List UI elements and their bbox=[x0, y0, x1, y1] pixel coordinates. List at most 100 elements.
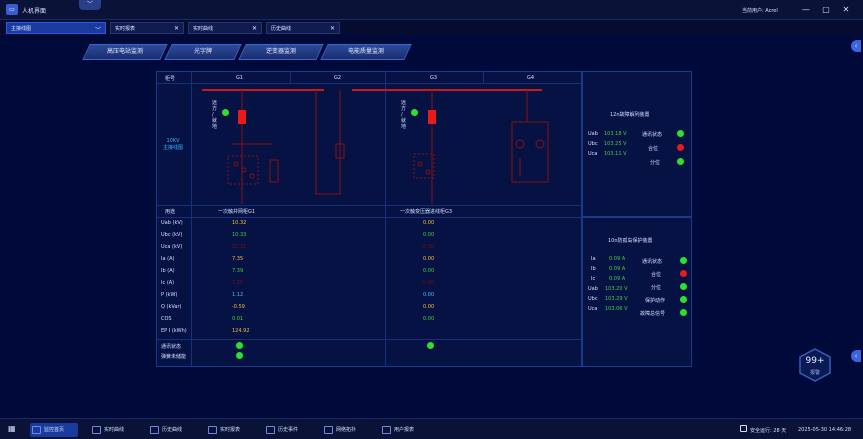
subnav-label: 光字牌 bbox=[193, 48, 212, 55]
close-icon[interactable]: ✕ bbox=[174, 25, 179, 32]
maximize-button[interactable]: ▢ bbox=[820, 4, 832, 16]
row-value-g1: 0.01 bbox=[232, 316, 244, 322]
usage-g3: 一次触变压器进线柜G3 bbox=[400, 209, 453, 215]
row-value-g3: 0.00 bbox=[423, 268, 435, 274]
row-label: EP I (kWh) bbox=[161, 328, 187, 334]
app-logo-icon: ▭ bbox=[6, 4, 18, 15]
remote-local-label-g1: 远 方 / 就 地 bbox=[212, 100, 218, 130]
chevron-down-icon[interactable]: ﹀ bbox=[95, 25, 101, 34]
subnav-inverter[interactable]: 逆变器监测 bbox=[238, 44, 324, 60]
row-label: Q (kVar) bbox=[161, 304, 182, 310]
grid-menu-icon[interactable]: ▦ bbox=[8, 424, 18, 434]
device-10n-protect-indicator bbox=[680, 296, 687, 303]
row-label: COS bbox=[161, 316, 172, 322]
tab-realtime-curve[interactable]: 实时曲线 ✕ bbox=[188, 22, 262, 34]
tab-label: 主接线图 bbox=[11, 26, 32, 32]
close-window-button[interactable]: ✕ bbox=[840, 4, 852, 16]
device-10n-close-label: 合位 bbox=[651, 272, 662, 278]
subnav-label: 电能质量监测 bbox=[347, 48, 384, 55]
taskbar-label: 网络拓扑 bbox=[336, 427, 357, 433]
monitor-icon bbox=[32, 426, 41, 434]
taskbar-home[interactable]: 监控首页 bbox=[30, 423, 78, 437]
side-expand-button-top[interactable]: ‹ bbox=[851, 40, 861, 52]
row-label: Uca (kV) bbox=[161, 244, 183, 250]
tab-main-wiring[interactable]: 主接线图 ﹀ bbox=[6, 22, 106, 34]
row-value-g3: 0.00 bbox=[423, 220, 435, 226]
close-icon[interactable]: ✕ bbox=[330, 25, 335, 32]
device-10n-ib: 0.09 A bbox=[609, 266, 626, 272]
device-12n-ubc: 103.25 V bbox=[604, 141, 627, 147]
single-line-diagram bbox=[202, 89, 549, 204]
device-10n-ic: 0.09 A bbox=[609, 276, 626, 282]
device-10n-uab-label: Uab bbox=[588, 286, 598, 292]
row-value-g3: 0.00 bbox=[423, 244, 435, 250]
cabinet-header-label: 柜号 bbox=[165, 76, 176, 82]
subnav-power-quality[interactable]: 电能质量监测 bbox=[320, 44, 412, 60]
taskbar-label: 监控首页 bbox=[44, 427, 65, 433]
diagram-title: 10KV 主接线图 bbox=[162, 138, 183, 151]
row-value-g1: 7.39 bbox=[232, 268, 244, 274]
remote-local-indicator-g3 bbox=[411, 109, 418, 116]
current-user: 当前用户: Acrel bbox=[742, 8, 778, 14]
subnav-hv-station[interactable]: 高压电站监测 bbox=[82, 44, 168, 60]
cabinet-g4-label: G4 bbox=[527, 75, 535, 81]
device-10n-ubc: 103.29 V bbox=[605, 296, 628, 302]
row-value-g1: 10.32 bbox=[232, 220, 247, 226]
taskbar-label: 历史曲线 bbox=[162, 427, 183, 433]
device-10n-ia: 0.09 A bbox=[609, 256, 626, 262]
comm-status-g1 bbox=[236, 342, 243, 349]
row-label: Ic (A) bbox=[161, 280, 175, 286]
row-value-g1: 1.12 bbox=[232, 292, 244, 298]
ct-g1-icon bbox=[227, 155, 259, 185]
device-12n-uab-label: Uab bbox=[588, 131, 598, 137]
device-10n-comm-label: 通讯状态 bbox=[642, 259, 663, 265]
taskbar-network-topology[interactable]: 网络拓扑 bbox=[322, 423, 372, 437]
alarm-badge[interactable]: 99+ 报警 bbox=[798, 348, 832, 382]
device-10n-fault-label: 故障总信号 bbox=[640, 311, 666, 317]
device-10n-title: 10n防孤岛保护装置 bbox=[608, 238, 653, 244]
device-12n-comm-label: 通讯状态 bbox=[642, 132, 663, 138]
transformer-g4-icon bbox=[511, 121, 549, 183]
arrester-g1-icon bbox=[269, 159, 279, 183]
row-value-g1: 7.30 bbox=[232, 280, 244, 286]
row-value-g3: 0.00 bbox=[423, 232, 435, 238]
taskbar-history-curve[interactable]: 历史曲线 bbox=[148, 423, 198, 437]
tab-realtime-report[interactable]: 实时报表 ✕ bbox=[110, 22, 184, 34]
row-value-g1: 124.92 bbox=[232, 328, 250, 334]
device-10n-ic-label: Ic bbox=[591, 276, 596, 282]
comm-status-g3 bbox=[427, 342, 434, 349]
collapse-tabs-button[interactable]: ﹀ bbox=[79, 0, 101, 10]
taskbar-label: 用户报表 bbox=[394, 427, 415, 433]
taskbar-realtime-curve[interactable]: 实时曲线 bbox=[90, 423, 140, 437]
subnav-light-panel[interactable]: 光字牌 bbox=[164, 44, 242, 60]
events-icon bbox=[266, 426, 275, 434]
breaker-g1-icon bbox=[238, 110, 246, 124]
lock-icon bbox=[740, 425, 747, 432]
device-12n-open-label: 分位 bbox=[650, 160, 661, 166]
device-10n-uca: 103.06 V bbox=[605, 306, 628, 312]
device-12n-ubc-label: Ubc bbox=[588, 141, 598, 147]
close-icon[interactable]: ✕ bbox=[252, 25, 257, 32]
device-10n-open-indicator bbox=[680, 283, 687, 290]
device-12n-uca: 103.11 V bbox=[604, 151, 627, 157]
remote-local-label-g3: 远 方 / 就 地 bbox=[401, 100, 407, 130]
row-label: Ubc (kV) bbox=[161, 232, 183, 238]
minimize-button[interactable]: — bbox=[800, 4, 812, 16]
device-10n-uca-label: Uca bbox=[588, 306, 598, 312]
row-label: Uab (kV) bbox=[161, 220, 183, 226]
spring-status-g1 bbox=[236, 352, 243, 359]
tab-history-curve[interactable]: 历史曲线 ✕ bbox=[266, 22, 340, 34]
device-10n-uab: 103.20 V bbox=[605, 286, 628, 292]
row-label: Ib (A) bbox=[161, 268, 175, 274]
taskbar-history-events[interactable]: 历史事件 bbox=[264, 423, 314, 437]
device-10n-comm-indicator bbox=[680, 257, 687, 264]
comm-status-label: 通讯状态 bbox=[161, 344, 182, 350]
taskbar-realtime-report[interactable]: 实时报表 bbox=[206, 423, 256, 437]
user-report-icon bbox=[382, 426, 391, 434]
side-expand-button-bottom[interactable]: ‹ bbox=[851, 350, 861, 362]
taskbar-label: 实时报表 bbox=[220, 427, 241, 433]
cabinet-g1-label: G1 bbox=[236, 75, 244, 81]
row-value-g3: 0.00 bbox=[423, 304, 435, 310]
title-bar: ▭ 人机界面 ﹀ 当前用户: Acrel — ▢ ✕ bbox=[0, 0, 863, 20]
taskbar-user-report[interactable]: 用户报表 bbox=[380, 423, 430, 437]
